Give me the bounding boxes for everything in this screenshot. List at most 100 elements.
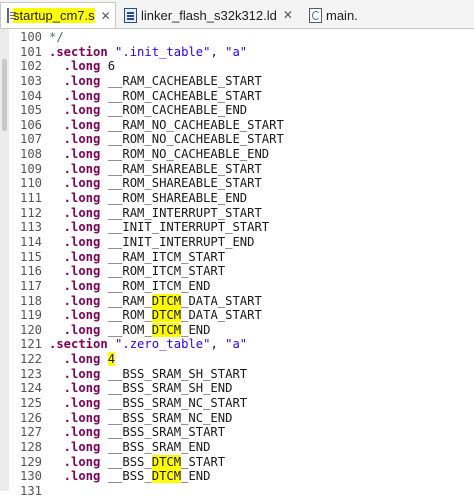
code-line[interactable]: 114 .long __INIT_INTERRUPT_END	[20, 235, 470, 250]
code-line[interactable]: 128 .long __BSS_SRAM_END	[20, 440, 470, 455]
close-tab-icon[interactable]: ✕	[101, 9, 111, 23]
code-line[interactable]: 130 .long __BSS_DTCM_END	[20, 469, 470, 484]
code-token: .long	[49, 425, 101, 440]
line-number: 120	[20, 322, 43, 337]
close-tab-icon[interactable]: ✕	[283, 8, 293, 22]
code-line[interactable]: 127 .long __BSS_SRAM_START	[20, 425, 470, 440]
code-token: __BSS_SRAM_END	[100, 439, 211, 454]
code-token: "a"	[225, 44, 248, 59]
code-token: .long	[49, 132, 101, 147]
code-line[interactable]: 121 .section ".zero_table", "a"	[20, 337, 470, 352]
code-text: .long __BSS_SRAM_END	[49, 439, 211, 455]
code-text: .long __ROM_CACHEABLE_START	[49, 89, 262, 104]
code-token: __RAM_	[100, 293, 152, 308]
code-token: .long	[49, 147, 101, 162]
code-line[interactable]: 113 .long __INIT_INTERRUPT_START	[20, 220, 470, 235]
code-token: __ROM_NO_CACHEABLE_START	[100, 132, 284, 147]
code-line[interactable]: 104 .long __ROM_CACHEABLE_START	[20, 89, 470, 104]
code-line[interactable]: 110 .long __ROM_SHAREABLE_START	[20, 176, 470, 191]
code-token: .long	[49, 396, 101, 411]
line-number: 103	[20, 73, 43, 88]
line-number: 101	[20, 44, 43, 59]
code-line[interactable]: 131	[20, 484, 470, 499]
editor-tab-bar: startup_cm7.s ✕ linker_flash_s32k312.ld …	[0, 0, 474, 29]
scrollbar-thumb[interactable]	[2, 59, 7, 131]
line-number: 117	[20, 278, 43, 293]
code-token: __ROM_	[100, 322, 152, 337]
code-token: ,	[210, 337, 226, 352]
asm-file-icon	[7, 8, 16, 23]
line-number: 119	[20, 308, 43, 323]
code-token: .long	[49, 59, 101, 74]
line-number: 115	[20, 249, 43, 264]
code-text: .long __ROM_ITCM_START	[49, 264, 225, 279]
code-token: .long	[49, 366, 101, 381]
code-token: __BSS_SRAM_NC_START	[100, 396, 248, 411]
code-text: .long __ROM_NO_CACHEABLE_END	[49, 147, 269, 162]
code-line[interactable]: 112 .long __RAM_INTERRUPT_START	[20, 206, 470, 221]
code-line[interactable]: 105 .long __ROM_CACHEABLE_END	[20, 103, 470, 118]
code-line[interactable]: 109 .long __RAM_SHAREABLE_START	[20, 162, 470, 177]
code-line[interactable]: 103 .long __RAM_CACHEABLE_START	[20, 74, 470, 89]
line-number: 122	[20, 352, 43, 367]
code-text: .long __INIT_INTERRUPT_START	[49, 220, 269, 235]
code-line[interactable]: 102 .long 6	[20, 59, 470, 74]
code-text: .long __RAM_ITCM_START	[49, 250, 225, 265]
code-line[interactable]: 118 .long __RAM_DTCM_DATA_START	[20, 293, 470, 309]
code-editor[interactable]: 100 */101 .section ".init_table", "a" 102 .…	[20, 30, 470, 499]
code-line[interactable]: 116 .long __ROM_ITCM_START	[20, 264, 470, 279]
tab-main[interactable]: main.	[303, 2, 474, 28]
code-token: __INIT_INTERRUPT_START	[100, 220, 270, 235]
code-token: 6	[100, 59, 116, 74]
code-line[interactable]: 123 .long __BSS_SRAM_SH_START	[20, 367, 470, 382]
code-line[interactable]: 115 .long __RAM_ITCM_START	[20, 250, 470, 265]
code-line[interactable]: 122 .long 4	[20, 352, 470, 367]
code-line[interactable]: 108 .long __ROM_NO_CACHEABLE_END	[20, 147, 470, 162]
line-number: 108	[20, 147, 43, 162]
code-line[interactable]: 100 */	[20, 30, 470, 45]
code-token: __RAM_INTERRUPT_START	[100, 205, 262, 220]
code-line[interactable]: 101 .section ".init_table", "a"	[20, 45, 470, 60]
code-text: .long 6	[49, 59, 115, 74]
code-text: .long __BSS_SRAM_SH_START	[49, 367, 247, 382]
code-line[interactable]: 125 .long __BSS_SRAM_NC_START	[20, 396, 470, 411]
code-text: .long __BSS_SRAM_NC_START	[49, 396, 247, 411]
code-token: .long	[49, 278, 101, 293]
code-text: .long __ROM_DTCM_DATA_START	[49, 308, 262, 323]
code-line[interactable]: 129 .long __BSS_DTCM_START	[20, 454, 470, 470]
line-number: 112	[20, 205, 43, 220]
code-token: .long	[49, 439, 101, 454]
code-token: .long	[49, 469, 101, 484]
c-file-icon	[309, 7, 322, 23]
code-line[interactable]: 126 .long __BSS_SRAM_NC_END	[20, 411, 470, 426]
tab-startup-cm7[interactable]: startup_cm7.s ✕	[0, 2, 116, 28]
line-number: 121	[20, 337, 43, 352]
code-token: .section	[49, 44, 108, 59]
code-token: .long	[49, 191, 101, 206]
code-line[interactable]: 106 .long __RAM_NO_CACHEABLE_START	[20, 118, 470, 133]
code-token: ,	[210, 44, 226, 59]
code-text: .long __BSS_SRAM_SH_END	[49, 381, 233, 396]
code-line[interactable]: 124 .long __BSS_SRAM_SH_END	[20, 381, 470, 396]
code-line[interactable]: 111 .long __ROM_SHAREABLE_END	[20, 191, 470, 206]
search-highlight: 4	[107, 352, 116, 367]
tab-linker-flash[interactable]: linker_flash_s32k312.ld ✕	[118, 2, 303, 28]
code-token: .long	[49, 117, 101, 132]
code-text: .long __ROM_CACHEABLE_END	[49, 103, 247, 118]
line-number: 110	[20, 176, 43, 191]
code-token: __BSS_	[100, 454, 152, 469]
line-number: 100	[20, 30, 43, 44]
code-line[interactable]: 107 .long __ROM_NO_CACHEABLE_START	[20, 132, 470, 147]
code-token: __ROM_SHAREABLE_START	[100, 176, 262, 191]
vertical-scrollbar[interactable]	[0, 29, 9, 491]
code-text: .long __BSS_SRAM_NC_END	[49, 411, 233, 426]
code-token: __BSS_SRAM_SH_START	[100, 366, 248, 381]
code-line[interactable]: 119 .long __ROM_DTCM_DATA_START	[20, 308, 470, 323]
code-token: .long	[49, 264, 101, 279]
code-text: .long __RAM_DTCM_DATA_START	[49, 293, 262, 309]
code-token: .long	[49, 161, 101, 176]
code-line[interactable]: 120 .long __ROM_DTCM_END	[20, 322, 470, 338]
code-token: __BSS_SRAM_SH_END	[100, 381, 233, 396]
code-line[interactable]: 117 .long __ROM_ITCM_END	[20, 279, 470, 294]
